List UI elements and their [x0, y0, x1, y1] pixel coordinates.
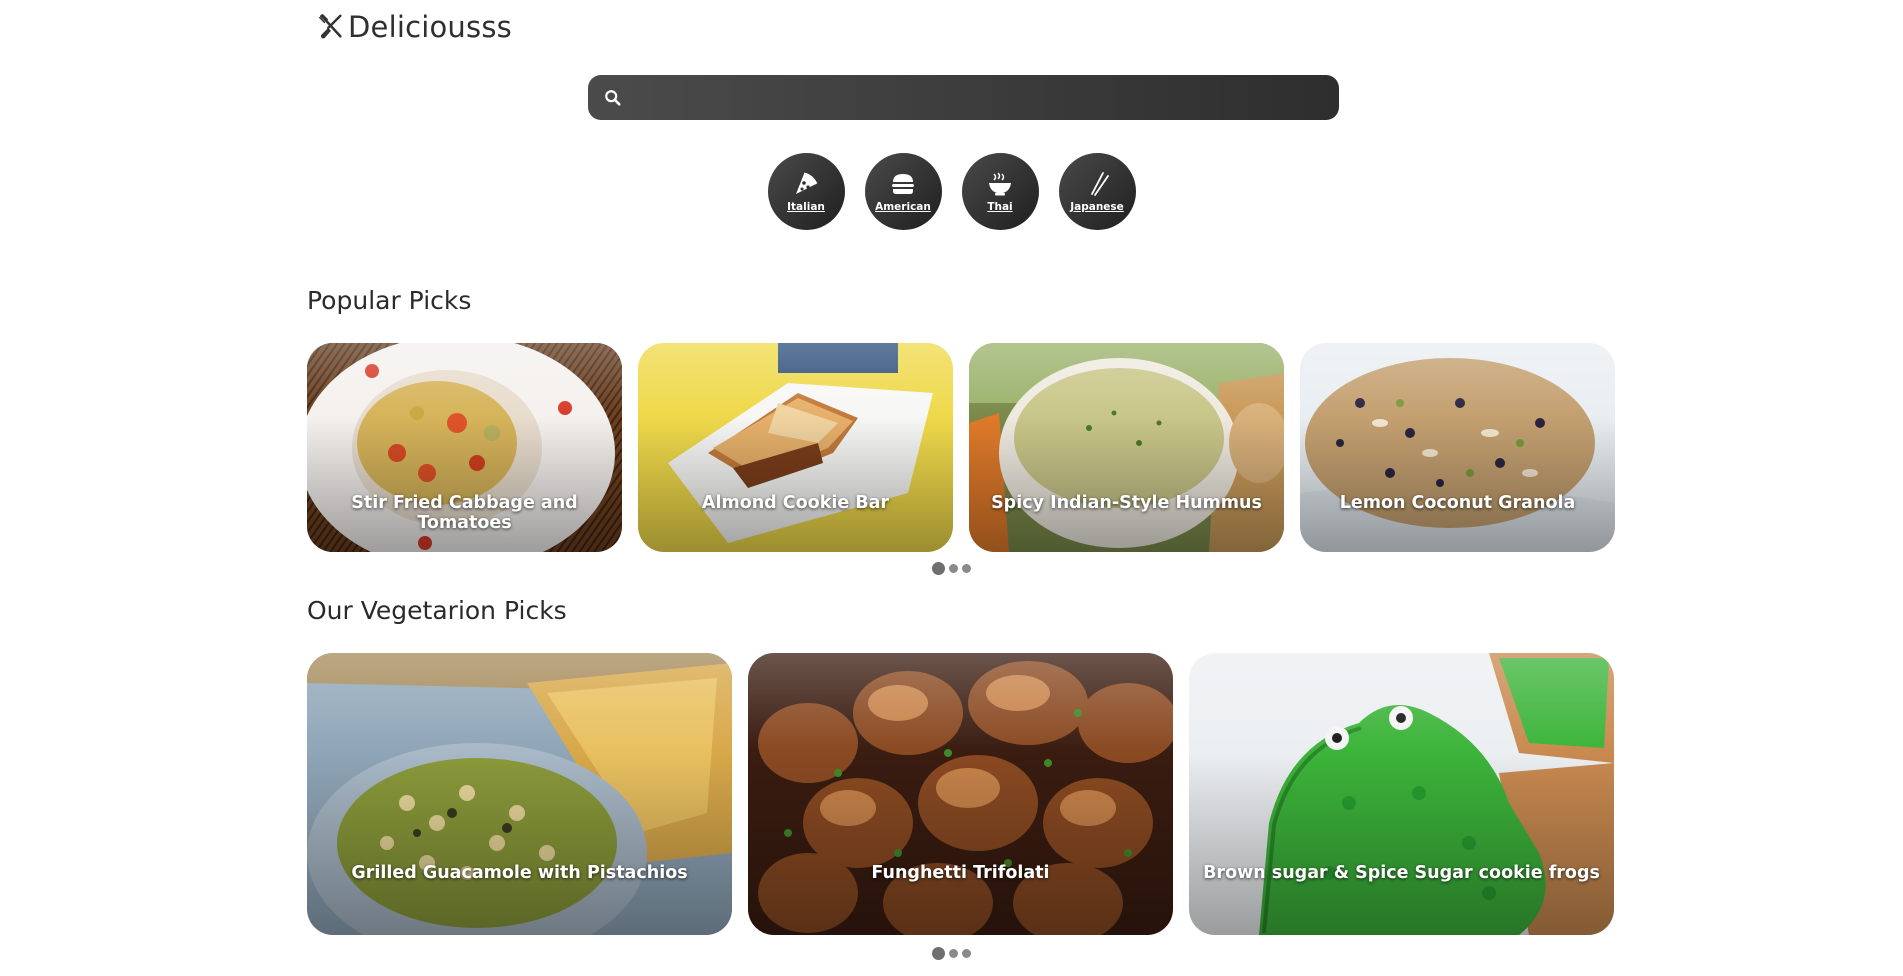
card-overlay: [1189, 653, 1614, 935]
recipe-card[interactable]: Spicy Indian-Style Hummus: [969, 343, 1284, 552]
recipe-card[interactable]: Brown sugar & Spice Sugar cookie frogs: [1189, 653, 1614, 935]
search-bar[interactable]: [588, 75, 1339, 120]
card-overlay: [638, 343, 953, 552]
recipe-card[interactable]: Funghetti Trifolati: [748, 653, 1173, 935]
search-input[interactable]: [622, 75, 1339, 120]
page-dot[interactable]: [962, 949, 971, 958]
brand-logo[interactable]: Deliciousss: [316, 10, 512, 44]
category-italian[interactable]: Italian: [767, 153, 845, 230]
page-dot[interactable]: [932, 562, 945, 575]
section-title-vegetarian: Our Vegetarion Picks: [307, 596, 567, 625]
recipe-title: Stir Fried Cabbage and Tomatoes: [351, 493, 578, 533]
burger-icon: [892, 174, 914, 194]
fork-knife-icon: [319, 14, 342, 39]
page-dot[interactable]: [949, 564, 958, 573]
recipe-title: Lemon Coconut Granola: [1339, 493, 1576, 513]
page-dot[interactable]: [962, 564, 971, 573]
recipe-title: Funghetti Trifolati: [871, 863, 1050, 883]
category-american[interactable]: American: [864, 153, 942, 230]
popular-carousel: Stir Fried Cabbage and Tomatoes Almond C…: [307, 343, 1615, 552]
popular-pagination: [0, 562, 1903, 575]
chopsticks-icon: [1091, 172, 1109, 196]
category-label: American: [875, 201, 931, 213]
recipe-card[interactable]: Almond Cookie Bar: [638, 343, 953, 552]
category-thai[interactable]: Thai: [961, 153, 1039, 230]
recipe-title: Brown sugar & Spice Sugar cookie frogs: [1203, 863, 1600, 883]
card-overlay: [969, 343, 1284, 552]
category-label: Japanese: [1070, 201, 1124, 213]
vegetarian-pagination: [0, 947, 1903, 960]
category-label: Thai: [987, 201, 1013, 213]
recipe-title: Almond Cookie Bar: [701, 493, 890, 513]
recipe-card[interactable]: Lemon Coconut Granola: [1300, 343, 1615, 552]
page-dot[interactable]: [949, 949, 958, 958]
category-label: Italian: [787, 201, 825, 213]
card-overlay: [307, 653, 732, 935]
recipe-title: Spicy Indian-Style Hummus: [991, 493, 1262, 513]
page-dot[interactable]: [932, 947, 945, 960]
vegetarian-carousel: Grilled Guacamole with Pistachios Funghe…: [307, 653, 1614, 935]
recipe-card[interactable]: Stir Fried Cabbage and Tomatoes: [307, 343, 622, 552]
recipe-title: Grilled Guacamole with Pistachios: [351, 863, 688, 883]
section-title-popular: Popular Picks: [307, 286, 472, 315]
recipe-card[interactable]: Grilled Guacamole with Pistachios: [307, 653, 732, 935]
category-list: Italian American Thai Japanese: [0, 153, 1903, 230]
pizza-icon: [796, 172, 818, 194]
category-japanese[interactable]: Japanese: [1058, 153, 1136, 230]
noodle-bowl-icon: [989, 172, 1011, 196]
card-overlay: [1300, 343, 1615, 552]
search-icon: [605, 89, 621, 106]
brand-name: Deliciousss: [348, 10, 512, 44]
card-overlay: [748, 653, 1173, 935]
